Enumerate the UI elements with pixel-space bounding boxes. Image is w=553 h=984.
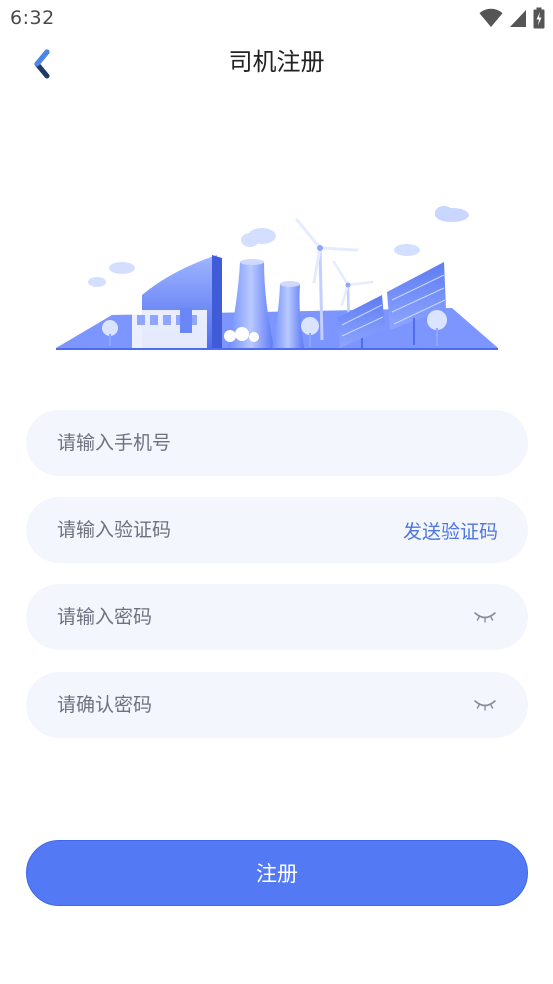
wifi-icon	[479, 8, 503, 27]
battery-charging-icon	[533, 7, 545, 29]
eye-closed-icon	[474, 700, 496, 711]
register-button[interactable]: 注册	[26, 840, 528, 906]
send-code-button[interactable]: 发送验证码	[403, 517, 498, 544]
confirm-password-field[interactable]	[26, 672, 528, 738]
phone-input[interactable]	[57, 432, 498, 454]
verification-code-input[interactable]	[57, 519, 403, 541]
confirm-password-visibility-toggle[interactable]	[472, 695, 498, 715]
status-icons	[479, 7, 545, 29]
password-visibility-toggle[interactable]	[472, 607, 498, 627]
energy-industry-illustration	[56, 206, 498, 350]
page-title: 司机注册	[228, 48, 325, 76]
nav-bar: 司机注册	[0, 36, 553, 88]
confirm-password-input[interactable]	[57, 694, 472, 716]
cellular-signal-icon	[510, 10, 526, 27]
verification-code-field[interactable]: 发送验证码	[26, 497, 528, 563]
password-field[interactable]	[26, 584, 528, 650]
password-input[interactable]	[57, 606, 472, 628]
eye-closed-icon	[474, 612, 496, 623]
status-time: 6:32	[10, 7, 55, 29]
phone-field[interactable]	[26, 410, 528, 476]
status-bar: 6:32	[0, 0, 553, 36]
